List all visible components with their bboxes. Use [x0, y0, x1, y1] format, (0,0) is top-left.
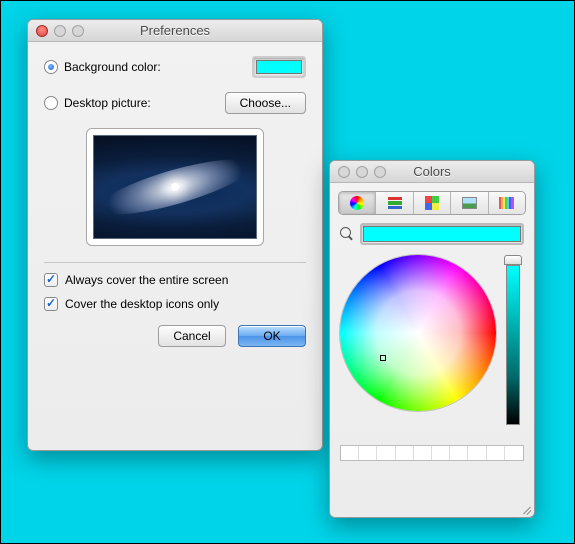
desktop-picture-radio[interactable] — [44, 96, 58, 110]
desktop-picture-thumbnail[interactable] — [93, 135, 257, 239]
cover-icons-row: Cover the desktop icons only — [44, 297, 306, 311]
swatch-slot[interactable] — [396, 446, 414, 460]
choose-button-label: Choose... — [240, 96, 291, 110]
color-mode-segmented — [338, 191, 526, 215]
minimize-icon[interactable] — [54, 25, 66, 37]
swatch-slot[interactable] — [468, 446, 486, 460]
colors-titlebar[interactable]: Colors — [330, 161, 534, 183]
color-wheel-icon — [350, 196, 364, 210]
window-controls — [36, 25, 84, 37]
mode-sliders-tab[interactable] — [376, 192, 413, 214]
ok-button-label: OK — [263, 329, 280, 343]
saved-swatches[interactable] — [340, 445, 524, 461]
color-wheel[interactable] — [340, 255, 496, 411]
color-wheel-area — [330, 249, 534, 437]
zoom-icon[interactable] — [72, 25, 84, 37]
zoom-icon[interactable] — [374, 166, 386, 178]
sliders-icon — [388, 197, 402, 209]
brightness-thumb[interactable] — [504, 255, 522, 265]
color-wheel-cursor[interactable] — [380, 355, 386, 361]
ok-button[interactable]: OK — [238, 325, 306, 347]
mode-wheel-tab[interactable] — [339, 192, 376, 214]
swatch-slot[interactable] — [359, 446, 377, 460]
cover-screen-checkbox[interactable] — [44, 273, 58, 287]
current-color-well[interactable] — [360, 223, 524, 245]
brightness-slider[interactable] — [504, 255, 522, 431]
background-color-label: Background color: — [64, 60, 161, 74]
swatch-slot[interactable] — [505, 446, 523, 460]
separator — [44, 262, 306, 263]
colors-panel: Colors — [329, 160, 535, 518]
swatch-slot[interactable] — [487, 446, 505, 460]
cover-icons-label: Cover the desktop icons only — [65, 297, 219, 311]
choose-button[interactable]: Choose... — [225, 92, 306, 114]
desktop-picture-label: Desktop picture: — [64, 96, 151, 110]
dialog-buttons: Cancel OK — [44, 325, 306, 347]
image-palette-icon — [462, 197, 477, 209]
swatch-slot[interactable] — [414, 446, 432, 460]
brightness-track — [506, 265, 520, 425]
close-icon[interactable] — [36, 25, 48, 37]
minimize-icon[interactable] — [356, 166, 368, 178]
window-controls — [338, 166, 386, 178]
current-color-swatch — [363, 226, 521, 242]
cover-screen-row: Always cover the entire screen — [44, 273, 306, 287]
cover-screen-label: Always cover the entire screen — [65, 273, 228, 287]
preferences-body: Background color: Desktop picture: Choos… — [28, 42, 322, 359]
background-color-radio[interactable] — [44, 60, 58, 74]
color-search-row — [330, 223, 534, 249]
cancel-button-label: Cancel — [173, 329, 210, 343]
close-icon[interactable] — [338, 166, 350, 178]
mode-crayons-tab[interactable] — [489, 192, 525, 214]
swatches-icon — [425, 196, 439, 210]
color-wheel-container — [340, 255, 496, 431]
desktop-picture-thumbnail-frame — [86, 128, 264, 246]
swatch-slot[interactable] — [432, 446, 450, 460]
cancel-button[interactable]: Cancel — [158, 325, 226, 347]
resize-handle-icon[interactable] — [520, 504, 532, 516]
swatch-slot[interactable] — [341, 446, 359, 460]
preferences-window: Preferences Background color: Desktop pi… — [27, 19, 323, 451]
swatch-slot[interactable] — [450, 446, 468, 460]
background-color-swatch — [256, 60, 302, 74]
cover-icons-checkbox[interactable] — [44, 297, 58, 311]
mode-swatches-tab[interactable] — [414, 192, 451, 214]
desktop-picture-row: Desktop picture: Choose... — [44, 92, 306, 114]
background-color-row: Background color: — [44, 56, 306, 78]
swatch-slot[interactable] — [377, 446, 395, 460]
preferences-titlebar[interactable]: Preferences — [28, 20, 322, 42]
mode-image-tab[interactable] — [451, 192, 488, 214]
crayons-icon — [499, 197, 514, 209]
magnifier-icon[interactable] — [340, 227, 354, 241]
background-color-well[interactable] — [252, 56, 306, 78]
